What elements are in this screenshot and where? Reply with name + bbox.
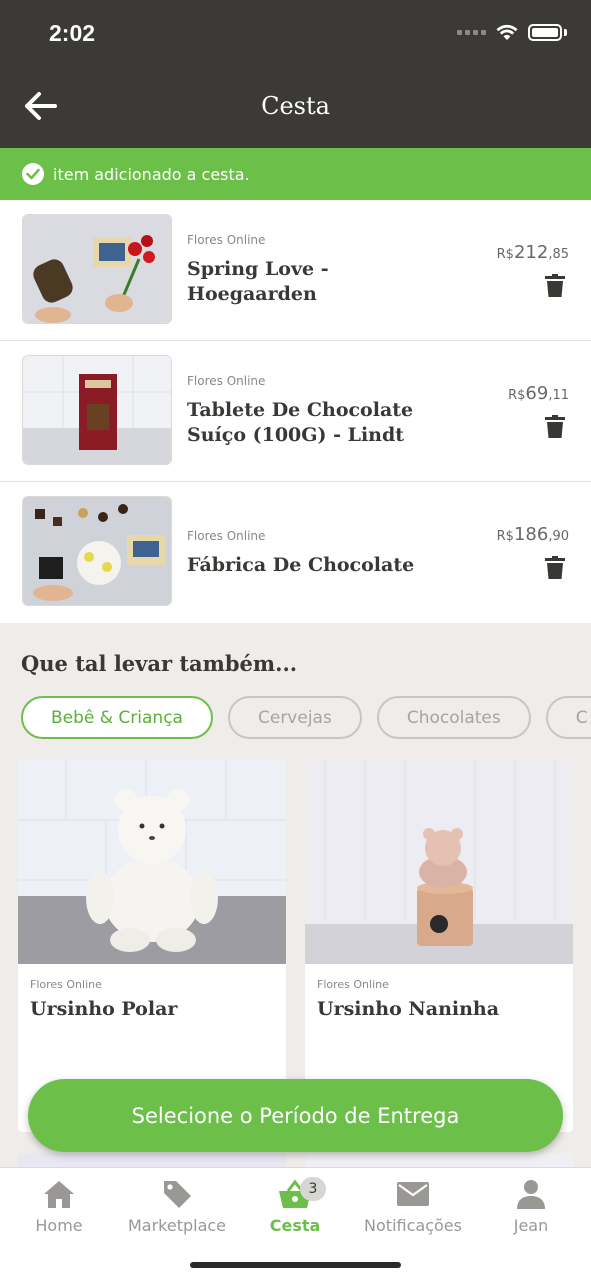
cart-item[interactable]: Flores Online Fábrica De Chocolate R$186… <box>0 482 591 623</box>
cart-item-name[interactable]: Spring Love - Hoegaarden <box>187 257 467 307</box>
home-indicator <box>190 1262 401 1268</box>
product-image <box>18 760 286 964</box>
chip-cervejas[interactable]: Cervejas <box>227 696 362 739</box>
product-image <box>305 760 573 964</box>
trash-icon[interactable] <box>545 415 565 439</box>
chip-chocolates[interactable]: Chocolates <box>376 696 531 739</box>
tab-home[interactable]: Home <box>0 1176 118 1235</box>
tab-notificacoes[interactable]: Notificações <box>354 1176 472 1235</box>
product-thumbnail[interactable] <box>22 496 172 606</box>
cart-item-price: R$69,11 <box>508 383 569 404</box>
battery-nub <box>564 29 567 36</box>
tab-cesta[interactable]: 3 Cesta <box>236 1176 354 1235</box>
product-card-peek <box>18 1153 286 1168</box>
status-time: 2:02 <box>49 20 96 46</box>
select-delivery-period-button[interactable]: Selecione o Período de Entrega <box>28 1079 563 1152</box>
category-chips: Bebê & Criança Cervejas Chocolates C <box>21 696 591 739</box>
cart-item-name[interactable]: Fábrica De Chocolate <box>187 553 467 578</box>
check-circle-icon <box>22 163 44 185</box>
cart-item-store: Flores Online <box>187 233 266 247</box>
product-thumbnail[interactable] <box>22 214 172 324</box>
wifi-icon <box>496 24 518 40</box>
product-name: Ursinho Naninha <box>317 998 500 1020</box>
product-card-peek <box>305 1153 573 1168</box>
product-name: Ursinho Polar <box>30 998 178 1020</box>
battery-icon <box>528 24 562 41</box>
cart-item-store: Flores Online <box>187 529 266 543</box>
chip-bebe-crianca[interactable]: Bebê & Criança <box>21 696 213 739</box>
cart-item-price: R$186,90 <box>496 524 569 545</box>
cart-item-price: R$212,85 <box>496 242 569 263</box>
mail-icon <box>397 1182 429 1206</box>
cart-item[interactable]: Flores Online Tablete De Chocolate Suíço… <box>0 341 591 482</box>
product-store: Flores Online <box>30 978 102 991</box>
cart-item-name[interactable]: Tablete De Chocolate Suíço (100G) - Lind… <box>187 398 467 448</box>
added-to-cart-toast: item adicionado a cesta. <box>0 148 591 200</box>
product-thumbnail[interactable] <box>22 355 172 465</box>
tag-icon <box>164 1181 191 1208</box>
chip-partial[interactable]: C <box>545 696 591 739</box>
top-bar: 2:02 Cesta <box>0 0 591 148</box>
suggestions-title: Que tal levar também... <box>21 651 298 676</box>
user-icon <box>517 1180 545 1209</box>
page-title: Cesta <box>261 92 330 120</box>
cart-item-store: Flores Online <box>187 374 266 388</box>
tab-marketplace[interactable]: Marketplace <box>118 1176 236 1235</box>
tab-jean[interactable]: Jean <box>472 1176 590 1235</box>
cart-count-badge: 3 <box>300 1177 326 1201</box>
cart-list: Flores Online Spring Love - Hoegaarden R… <box>0 200 591 623</box>
cart-item[interactable]: Flores Online Spring Love - Hoegaarden R… <box>0 200 591 341</box>
toast-message: item adicionado a cesta. <box>53 164 250 184</box>
status-icons <box>457 24 567 41</box>
signal-icon <box>457 30 486 35</box>
product-store: Flores Online <box>317 978 389 991</box>
trash-icon[interactable] <box>545 274 565 298</box>
product-card[interactable]: Flores Online Ursinho Polar <box>18 760 286 1132</box>
product-carousel: Flores Online Ursinho Polar Flores Onlin… <box>18 760 573 1132</box>
product-card[interactable]: Flores Online Ursinho Naninha <box>305 760 573 1132</box>
home-icon <box>44 1181 74 1208</box>
trash-icon[interactable] <box>545 556 565 580</box>
